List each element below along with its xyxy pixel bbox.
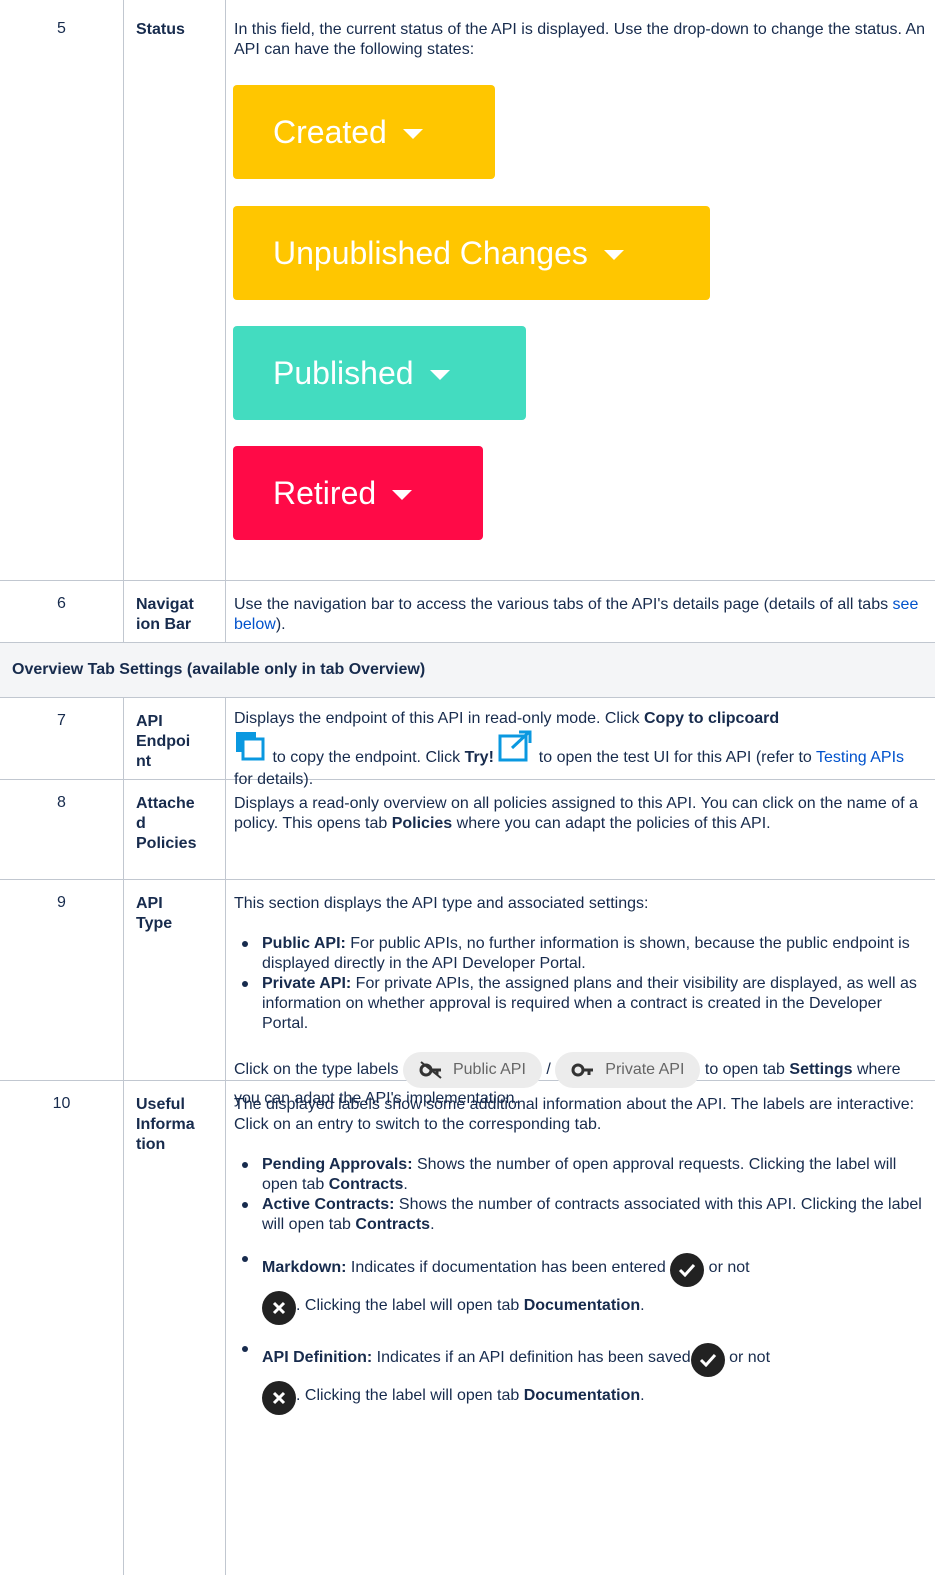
status-label: Created bbox=[273, 113, 387, 150]
status-label: Published bbox=[273, 354, 414, 391]
caret-down-icon bbox=[402, 129, 423, 139]
row-attached-policies: 8 Attache d Policies Displays a read-only … bbox=[0, 780, 935, 880]
field-name: Navigat ion Bar bbox=[124, 581, 226, 642]
row-number: 10 bbox=[0, 1081, 124, 1575]
status-created-button[interactable]: Created bbox=[233, 85, 495, 179]
status-label: Retired bbox=[273, 474, 377, 511]
field-name: Status bbox=[124, 0, 226, 580]
row-number: 8 bbox=[0, 780, 124, 879]
field-name: API Endpoi nt bbox=[124, 698, 226, 779]
field-description: This section displays the API type and a… bbox=[226, 880, 935, 1107]
caret-down-icon bbox=[392, 490, 413, 500]
row-api-type: 9 API Type This section displays the API … bbox=[0, 880, 935, 1107]
status-published-button[interactable]: Published bbox=[233, 326, 526, 420]
status-unpublished-button[interactable]: Unpublished Changes bbox=[233, 206, 710, 300]
field-description: The displayed labels show some additiona… bbox=[226, 1081, 935, 1575]
check-icon bbox=[670, 1253, 705, 1287]
open-external-icon[interactable] bbox=[498, 730, 534, 769]
status-label: Unpublished Changes bbox=[273, 234, 588, 271]
field-name: API Type bbox=[124, 880, 226, 1080]
key-icon bbox=[571, 1063, 594, 1077]
key-off-icon bbox=[419, 1061, 442, 1079]
row-number: 9 bbox=[0, 880, 124, 1080]
row-useful-information: 10 Useful Informa tion The displayed label… bbox=[0, 1081, 935, 1575]
field-name: Attache d Policies bbox=[124, 780, 226, 879]
caret-down-icon bbox=[429, 370, 450, 380]
field-description: Displays a read-only overview on all pol… bbox=[234, 795, 918, 832]
row-number: 7 bbox=[0, 698, 124, 779]
testing-apis-link[interactable]: Testing APIs bbox=[816, 749, 904, 766]
close-icon bbox=[262, 1381, 296, 1415]
field-description: Use the navigation bar to access the var… bbox=[234, 596, 919, 633]
list-item: API Definition: Indicates if an API defi… bbox=[234, 1339, 927, 1415]
list-item: Markdown: Indicates if documentation has… bbox=[234, 1249, 927, 1325]
list-item: Private API: For private APIs, the assig… bbox=[234, 974, 927, 1034]
field-description: Displays the endpoint of this API in rea… bbox=[234, 710, 905, 788]
check-icon bbox=[690, 1343, 725, 1377]
row-navigation-bar: 6 Navigat ion Bar Use the navigation bar … bbox=[0, 581, 935, 643]
copy-icon[interactable] bbox=[234, 730, 268, 769]
close-icon bbox=[262, 1291, 296, 1325]
caret-down-icon bbox=[603, 250, 624, 260]
row-number: 5 bbox=[0, 0, 124, 580]
row-api-endpoint: 7 API Endpoi nt Displays the endpoint of t… bbox=[0, 698, 935, 788]
list-item: Public API: For public APIs, no further … bbox=[234, 934, 927, 974]
list-item: Pending Approvals: Shows the number of o… bbox=[234, 1155, 927, 1195]
section-header: Overview Tab Settings (available only in… bbox=[0, 643, 935, 698]
field-name: Useful Informa tion bbox=[124, 1081, 226, 1575]
list-item: Active Contracts: Shows the number of co… bbox=[234, 1195, 927, 1235]
status-retired-button[interactable]: Retired bbox=[233, 446, 483, 540]
row-number: 6 bbox=[0, 581, 124, 642]
